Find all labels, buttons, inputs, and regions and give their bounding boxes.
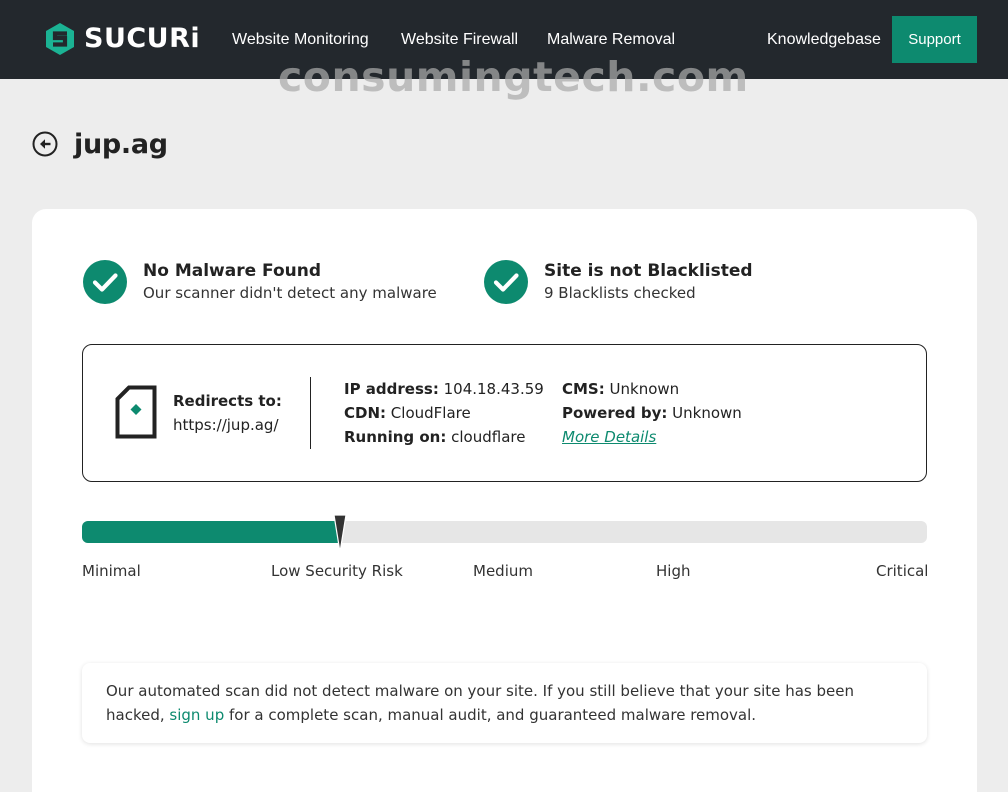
powered-by-value: Unknown: [672, 404, 742, 422]
sucuri-logo[interactable]: SUCURi: [44, 22, 200, 56]
risk-marker-icon: [333, 514, 347, 550]
risk-label-critical: Critical: [876, 562, 929, 580]
risk-label-low: Low Security Risk: [271, 562, 403, 580]
blacklist-status-title: Site is not Blacklisted: [544, 261, 753, 281]
malware-status-subtitle: Our scanner didn't detect any malware: [143, 284, 437, 302]
cdn-value: CloudFlare: [390, 404, 471, 422]
risk-label-medium: Medium: [473, 562, 533, 580]
redirect-url: https://jup.ag/: [173, 416, 279, 434]
logo-text: SUCURi: [84, 23, 201, 54]
divider: [310, 377, 311, 449]
check-icon: [83, 260, 127, 304]
notice-text-end: for a complete scan, manual audit, and g…: [229, 706, 757, 724]
blacklist-status: Site is not Blacklisted 9 Blacklists che…: [484, 260, 753, 304]
nav-website-firewall[interactable]: Website Firewall: [401, 30, 518, 50]
redirect-label: Redirects to:: [173, 392, 282, 410]
nav-malware-removal[interactable]: Malware Removal: [547, 30, 675, 50]
network-info: IP address: 104.18.43.59 CDN: CloudFlare…: [344, 377, 544, 449]
powered-by-label: Powered by:: [562, 404, 668, 422]
watermark: consumingtech.com: [278, 53, 749, 101]
more-details-link[interactable]: More Details: [562, 428, 656, 446]
support-button[interactable]: Support: [892, 16, 977, 63]
cdn-label: CDN:: [344, 404, 387, 422]
cms-value: Unknown: [609, 380, 680, 398]
running-on-value: cloudflare: [451, 428, 526, 446]
malware-status: No Malware Found Our scanner didn't dete…: [83, 260, 437, 304]
running-on-label: Running on:: [344, 428, 447, 446]
redirect-info: Redirects to: https://jup.ag/: [173, 389, 282, 437]
ip-label: IP address:: [344, 380, 439, 398]
domain-title: jup.ag: [74, 129, 168, 160]
scan-results-card: No Malware Found Our scanner didn't dete…: [32, 209, 977, 792]
ip-value: 104.18.43.59: [443, 380, 544, 398]
check-icon: [484, 260, 528, 304]
software-info: CMS: Unknown Powered by: Unknown More De…: [562, 377, 742, 449]
malware-status-title: No Malware Found: [143, 261, 322, 281]
nav-knowledgebase[interactable]: Knowledgebase: [767, 30, 881, 50]
back-arrow-icon[interactable]: [32, 131, 58, 157]
cms-label: CMS:: [562, 380, 605, 398]
blacklist-status-subtitle: 9 Blacklists checked: [544, 284, 696, 302]
nav-website-monitoring[interactable]: Website Monitoring: [232, 30, 369, 50]
document-icon: [115, 385, 157, 439]
scan-notice: Our automated scan did not detect malwar…: [82, 663, 927, 743]
sign-up-link[interactable]: sign up: [169, 706, 224, 724]
risk-meter-track: [82, 521, 927, 543]
risk-meter-fill: [82, 521, 340, 543]
risk-label-minimal: Minimal: [82, 562, 141, 580]
sucuri-logo-icon: [46, 23, 74, 55]
risk-label-high: High: [656, 562, 691, 580]
site-info-box: Redirects to: https://jup.ag/ IP address…: [82, 344, 927, 482]
